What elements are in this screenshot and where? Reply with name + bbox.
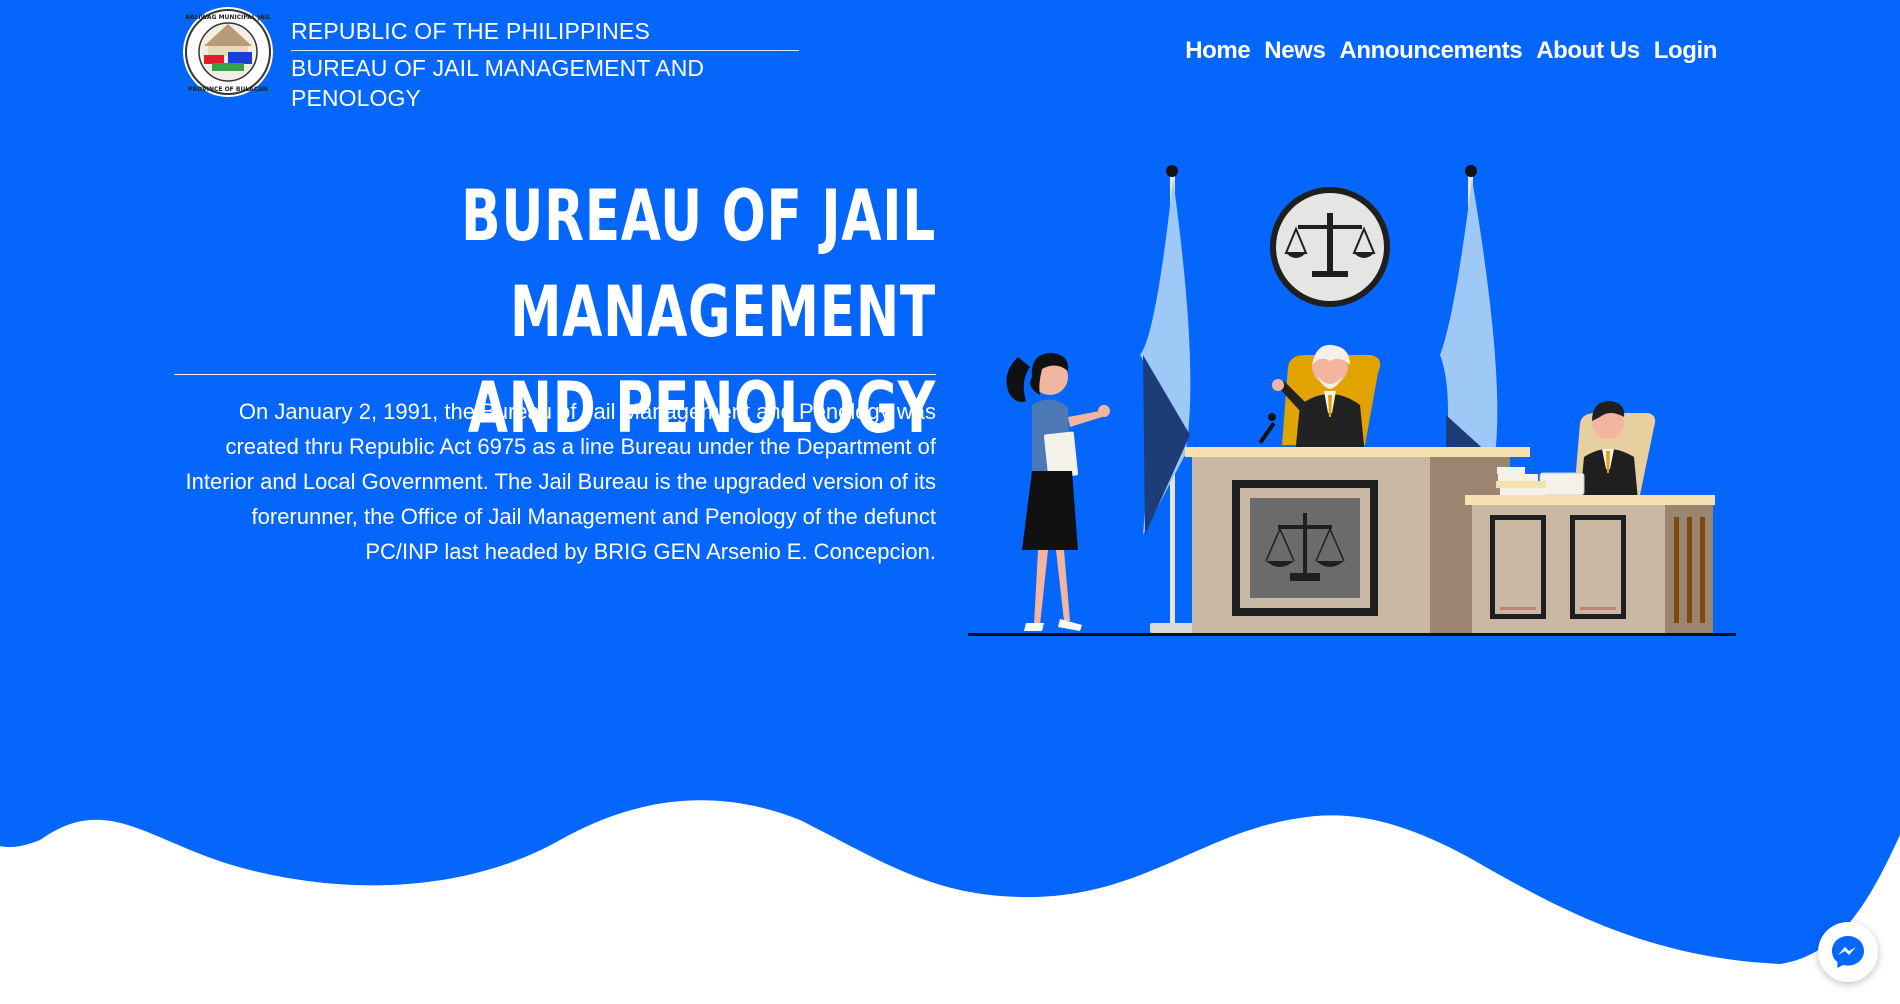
brand-agency: BUREAU OF JAIL MANAGEMENT AND PENOLOGY: [291, 55, 705, 111]
nav-login[interactable]: Login: [1647, 32, 1724, 70]
nav-home[interactable]: Home: [1178, 32, 1257, 70]
brand-block: REPUBLIC OF THE PHILIPPINES BUREAU OF JA…: [291, 16, 799, 113]
scales-emblem-icon: [1270, 187, 1390, 307]
brand-country: REPUBLIC OF THE PHILIPPINES: [291, 16, 799, 51]
right-flag: [1440, 165, 1498, 465]
nav-news[interactable]: News: [1257, 32, 1332, 70]
bjmp-seal-icon[interactable]: BALIWAG MUNICIPAL JAIL PROVINCE OF BULAC…: [182, 6, 274, 98]
main-nav: Home News Announcements About Us Login: [1178, 32, 1724, 70]
svg-text:BALIWAG MUNICIPAL JAIL: BALIWAG MUNICIPAL JAIL: [185, 14, 271, 21]
hero-title-line1: BUREAU OF JAIL: [461, 175, 936, 257]
clerk-desk: [1465, 495, 1715, 633]
stack-of-books: [1496, 467, 1546, 495]
hero-description: On January 2, 1991, the Bureau of Jail M…: [185, 399, 936, 564]
messenger-icon: [1832, 936, 1864, 968]
nav-about-us[interactable]: About Us: [1529, 32, 1646, 70]
svg-text:PROVINCE OF BULACAN: PROVINCE OF BULACAN: [188, 86, 268, 93]
woman-figure: [1006, 353, 1110, 631]
hero-divider: [174, 374, 936, 375]
nav-announcements[interactable]: Announcements: [1332, 32, 1529, 70]
courtroom-illustration: [968, 165, 1736, 636]
messenger-chat-button[interactable]: [1818, 922, 1878, 982]
site-header: BALIWAG MUNICIPAL JAIL PROVINCE OF BULAC…: [0, 0, 1900, 113]
